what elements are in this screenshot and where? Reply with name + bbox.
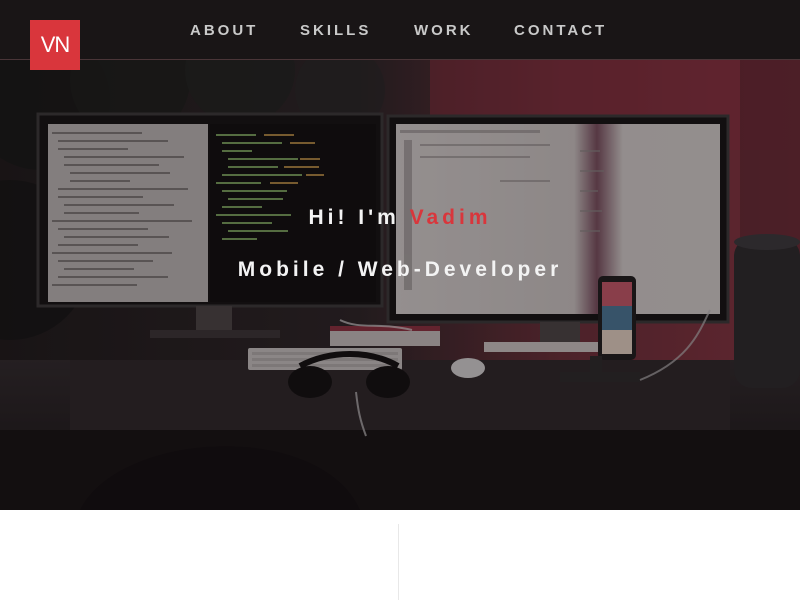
nav-link-skills[interactable]: SKILLS — [300, 22, 371, 39]
nav-link-contact[interactable]: CONTACT — [514, 22, 607, 39]
nav-links: ABOUT SKILLS WORK CONTACT — [0, 0, 800, 60]
nav-link-work[interactable]: WORK — [414, 22, 474, 39]
hero-greeting: Hi! I'm Vadim — [0, 206, 800, 230]
navbar: ABOUT SKILLS WORK CONTACT — [0, 0, 800, 60]
logo[interactable]: VN — [30, 20, 80, 70]
hero-greeting-prefix: Hi! I'm — [308, 206, 410, 229]
hero-name: Vadim — [409, 206, 492, 229]
nav-link-about[interactable]: ABOUT — [190, 22, 258, 39]
content-section — [0, 510, 800, 600]
hero-section: Hi! I'm Vadim Mobile / Web-Developer — [0, 60, 800, 510]
hero-overlay — [0, 60, 800, 510]
hero-subtitle: Mobile / Web-Developer — [237, 258, 563, 281]
column-divider — [398, 524, 399, 600]
